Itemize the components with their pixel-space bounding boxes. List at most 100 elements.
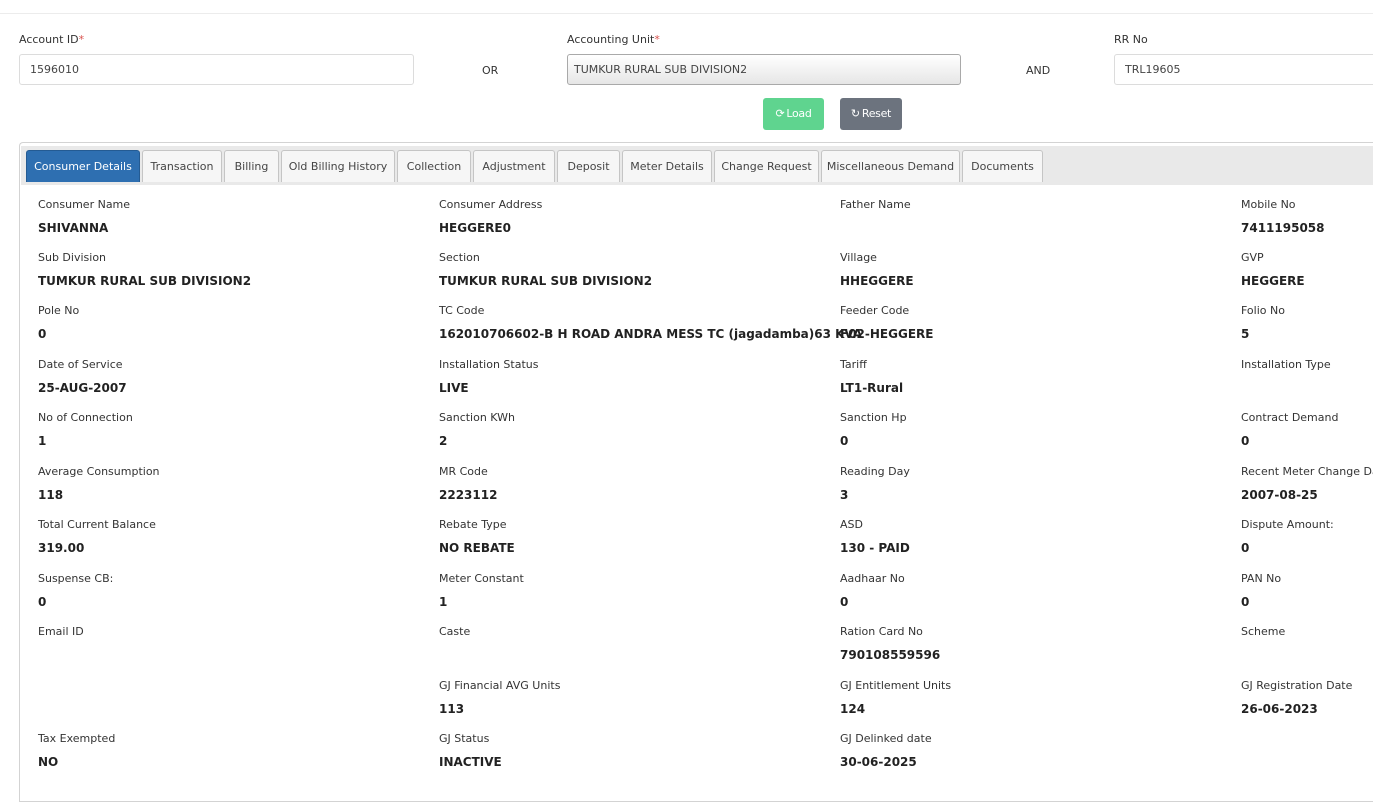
field-label: Mobile No bbox=[1241, 198, 1296, 211]
account-id-input[interactable] bbox=[19, 54, 414, 85]
field-value: 0 bbox=[38, 595, 47, 609]
tab-documents[interactable]: Documents bbox=[962, 150, 1043, 182]
field-value: INACTIVE bbox=[439, 755, 502, 769]
field-pan-no: PAN No 0 bbox=[1241, 572, 1281, 609]
field-value: NO bbox=[38, 755, 59, 769]
field-label: GVP bbox=[1241, 251, 1264, 264]
field-label: GJ Registration Date bbox=[1241, 679, 1353, 692]
field-value: 790108559596 bbox=[840, 648, 941, 662]
field-label: Meter Constant bbox=[439, 572, 524, 585]
field-value: 0 bbox=[1241, 434, 1250, 448]
field-value: 113 bbox=[439, 702, 465, 716]
field-value: 2007-08-25 bbox=[1241, 488, 1318, 502]
field-value: F02-HEGGERE bbox=[840, 327, 934, 341]
field-scheme: Scheme bbox=[1241, 625, 1285, 638]
field-date-of-service: Date of Service 25-AUG-2007 bbox=[38, 358, 127, 395]
field-value: SHIVANNA bbox=[38, 221, 109, 235]
field-value: HEGGERE bbox=[1241, 274, 1305, 288]
field-gj-delinked-date: GJ Delinked date 30-06-2025 bbox=[840, 732, 932, 769]
reset-button[interactable]: ↻ Reset bbox=[840, 98, 902, 130]
field-mr-code: MR Code 2223112 bbox=[439, 465, 497, 502]
refresh-icon: ↻ bbox=[850, 107, 860, 120]
field-value: 0 bbox=[840, 595, 849, 609]
and-text: AND bbox=[1026, 64, 1051, 77]
rr-no-label: RR No bbox=[1114, 33, 1148, 46]
field-label: TC Code bbox=[439, 304, 485, 317]
field-value: 3 bbox=[840, 488, 849, 502]
field-recent-meter-change-date: Recent Meter Change Date 2007-08-25 bbox=[1241, 465, 1373, 502]
field-sanction-hp: Sanction Hp 0 bbox=[840, 411, 907, 448]
field-value: NO REBATE bbox=[439, 541, 515, 555]
field-value: 0 bbox=[1241, 595, 1250, 609]
field-rebate-type: Rebate Type NO REBATE bbox=[439, 518, 515, 555]
field-section: Section TUMKUR RURAL SUB DIVISION2 bbox=[439, 251, 652, 288]
field-suspense-cb: Suspense CB: 0 bbox=[38, 572, 114, 609]
field-gj-entitlement-units: GJ Entitlement Units 124 bbox=[840, 679, 951, 716]
field-value: 1 bbox=[439, 595, 448, 609]
accounting-unit-selected-value: TUMKUR RURAL SUB DIVISION2 bbox=[574, 63, 748, 76]
field-father-name: Father Name bbox=[840, 198, 911, 211]
field-village: Village HHEGGERE bbox=[840, 251, 914, 288]
field-value: 0 bbox=[840, 434, 849, 448]
field-label: MR Code bbox=[439, 465, 488, 478]
field-feeder-code: Feeder Code F02-HEGGERE bbox=[840, 304, 933, 341]
tab-bar: Consumer Details Transaction Billing Old… bbox=[21, 146, 1373, 185]
field-label: Rebate Type bbox=[439, 518, 507, 531]
field-label: Pole No bbox=[38, 304, 80, 317]
field-folio-no: Folio No 5 bbox=[1241, 304, 1285, 341]
tab-change-request[interactable]: Change Request bbox=[714, 150, 819, 182]
tab-miscellaneous-demand[interactable]: Miscellaneous Demand bbox=[821, 150, 960, 182]
accounting-unit-select[interactable]: TUMKUR RURAL SUB DIVISION2 bbox=[567, 54, 961, 85]
field-mobile-no: Mobile No 7411195058 bbox=[1241, 198, 1325, 235]
field-value: 118 bbox=[38, 488, 64, 502]
field-consumer-address: Consumer Address HEGGERE0 bbox=[439, 198, 542, 235]
tab-meter-details[interactable]: Meter Details bbox=[622, 150, 712, 182]
field-label: Feeder Code bbox=[840, 304, 910, 317]
field-total-current-balance: Total Current Balance 319.00 bbox=[38, 518, 156, 555]
tab-adjustment[interactable]: Adjustment bbox=[473, 150, 555, 182]
field-label: Email ID bbox=[38, 625, 84, 638]
field-value: 124 bbox=[840, 702, 866, 716]
field-tax-exempted: Tax Exempted NO bbox=[38, 732, 115, 769]
field-tc-code: TC Code 162010706602-B H ROAD ANDRA MESS … bbox=[439, 304, 862, 341]
tab-collection[interactable]: Collection bbox=[397, 150, 471, 182]
field-label: Ration Card No bbox=[840, 625, 923, 638]
tab-deposit[interactable]: Deposit bbox=[557, 150, 620, 182]
rr-no-input[interactable] bbox=[1114, 54, 1373, 85]
field-value: LIVE bbox=[439, 381, 469, 395]
field-label: Folio No bbox=[1241, 304, 1285, 317]
field-label: Dispute Amount: bbox=[1241, 518, 1334, 531]
field-value: LT1-Rural bbox=[840, 381, 904, 395]
account-id-label: Account ID* bbox=[19, 33, 85, 46]
field-gj-registration-date: GJ Registration Date 26-06-2023 bbox=[1241, 679, 1353, 716]
field-label: Tariff bbox=[840, 358, 867, 371]
field-value: 25-AUG-2007 bbox=[38, 381, 127, 395]
field-value: 0 bbox=[38, 327, 47, 341]
spinner-icon: ⟳ bbox=[775, 107, 785, 120]
field-value: HHEGGERE bbox=[840, 274, 914, 288]
field-label: Village bbox=[840, 251, 877, 264]
field-sub-division: Sub Division TUMKUR RURAL SUB DIVISION2 bbox=[38, 251, 251, 288]
tab-consumer-details[interactable]: Consumer Details bbox=[26, 150, 140, 182]
field-value: 5 bbox=[1241, 327, 1250, 341]
tab-old-billing-history[interactable]: Old Billing History bbox=[281, 150, 395, 182]
field-value: 162010706602-B H ROAD ANDRA MESS TC (jag… bbox=[439, 327, 863, 341]
field-label: Father Name bbox=[840, 198, 911, 211]
field-value: 30-06-2025 bbox=[840, 755, 917, 769]
tab-billing[interactable]: Billing bbox=[224, 150, 279, 182]
tab-transaction[interactable]: Transaction bbox=[142, 150, 222, 182]
field-label: GJ Status bbox=[439, 732, 490, 745]
field-gj-financial-avg-units: GJ Financial AVG Units 113 bbox=[439, 679, 561, 716]
field-value: 0 bbox=[1241, 541, 1250, 555]
field-value: 2 bbox=[439, 434, 448, 448]
field-pole-no: Pole No 0 bbox=[38, 304, 80, 341]
field-contract-demand: Contract Demand 0 bbox=[1241, 411, 1338, 448]
load-button[interactable]: ⟳ Load bbox=[763, 98, 824, 130]
field-aadhaar-no: Aadhaar No 0 bbox=[840, 572, 905, 609]
field-label: Scheme bbox=[1241, 625, 1286, 638]
field-label: GJ Financial AVG Units bbox=[439, 679, 561, 692]
field-label: Section bbox=[439, 251, 480, 264]
field-label: Total Current Balance bbox=[38, 518, 156, 531]
field-label: Suspense CB: bbox=[38, 572, 114, 585]
field-meter-constant: Meter Constant 1 bbox=[439, 572, 524, 609]
